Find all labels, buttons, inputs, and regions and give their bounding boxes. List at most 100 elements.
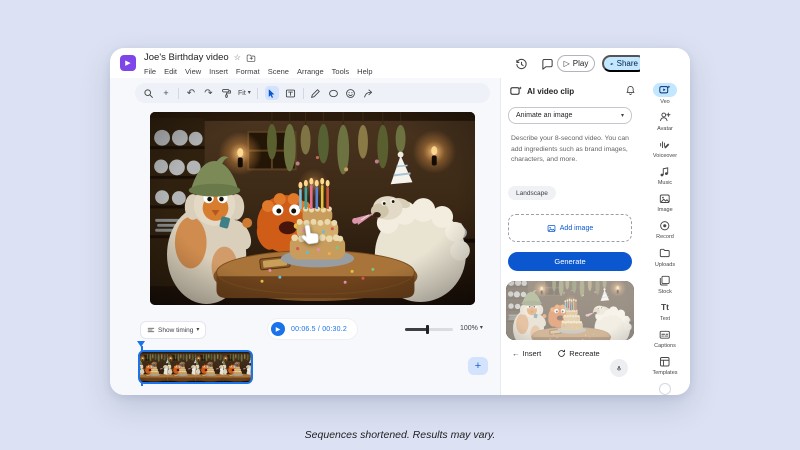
fit-zoom-select[interactable]: Fit▾ — [238, 90, 251, 97]
show-timing-dropdown[interactable]: Show timing ▾ — [140, 321, 206, 339]
redo-icon[interactable]: ↷ — [203, 88, 214, 99]
clip-frame — [196, 352, 224, 382]
timeline-zoom-slider[interactable] — [405, 328, 453, 331]
rail-item-voiceover[interactable]: Voiceover — [640, 137, 690, 164]
people-icon — [610, 59, 614, 69]
clip-frame — [223, 352, 251, 382]
chevron-down-icon: ▾ — [248, 90, 251, 96]
veo-icon — [653, 83, 677, 97]
rail-item-captions[interactable]: Captions — [640, 328, 690, 355]
tools-rail: Veo Avatar Voiceover Music Image Record Upload… — [640, 48, 690, 395]
notification-bell-icon[interactable] — [625, 85, 636, 96]
rail-item-veo[interactable]: Veo — [640, 83, 690, 110]
aspect-ratio-chip[interactable]: Landscape — [508, 186, 556, 200]
uploads-icon — [653, 246, 677, 260]
recreate-refresh-icon — [557, 349, 566, 358]
video-canvas[interactable] — [150, 112, 475, 305]
rail-item-avatar[interactable]: Avatar — [640, 110, 690, 137]
menu-bar: File Edit View Insert Format Scene Arrange Tool… — [144, 67, 373, 76]
rail-item-uploads[interactable]: Uploads — [640, 246, 690, 273]
mic-icon — [616, 364, 622, 373]
prompt-placeholder-text[interactable]: Describe your 8-second video. You can ad… — [511, 134, 629, 166]
voice-prompt-button[interactable] — [610, 359, 628, 377]
music-icon — [653, 165, 677, 179]
clip-frame — [140, 352, 168, 382]
comment-icon[interactable] — [541, 58, 554, 71]
menu-item-file[interactable]: File — [144, 67, 156, 76]
slider-fill — [405, 328, 427, 331]
disclaimer-caption: Sequences shortened. Results may vary. — [0, 429, 800, 441]
menu-item-edit[interactable]: Edit — [164, 67, 177, 76]
zoom-in-icon[interactable]: + — [161, 88, 172, 99]
generate-button[interactable]: Generate — [508, 252, 632, 271]
rail-item-label: Music — [658, 180, 672, 186]
pen-tool-icon[interactable] — [310, 88, 321, 99]
menu-item-format[interactable]: Format — [236, 67, 260, 76]
rail-item-templates[interactable]: Templates — [640, 355, 690, 382]
timeline-play-button[interactable]: ▶ — [271, 322, 285, 336]
shape-tool-icon[interactable] — [328, 88, 339, 99]
arrow-tool-icon[interactable] — [363, 88, 374, 99]
clip-frame — [168, 352, 196, 382]
insert-button[interactable]: ← Insert — [512, 349, 541, 358]
rail-item-stock[interactable]: Stock — [640, 273, 690, 300]
templates-icon — [653, 355, 677, 369]
menu-item-view[interactable]: View — [185, 67, 201, 76]
menu-item-tools[interactable]: Tools — [332, 67, 350, 76]
zoom-tool-icon[interactable] — [143, 88, 154, 99]
playback-control: ▶ 00:06.5 / 00:30.2 — [268, 319, 357, 339]
rail-item-music[interactable]: Music — [640, 165, 690, 192]
menu-item-insert[interactable]: Insert — [209, 67, 228, 76]
rail-item-text[interactable]: TtText — [640, 301, 690, 328]
image-icon — [653, 192, 677, 206]
stock-icon — [653, 273, 677, 287]
rail-item-label: Templates — [652, 370, 677, 376]
menu-item-arrange[interactable]: Arrange — [297, 67, 324, 76]
select-tool-icon[interactable] — [265, 86, 279, 100]
play-outline-icon: ▷ — [564, 59, 570, 68]
more-tools-icon[interactable] — [659, 383, 671, 395]
rail-item-label: Captions — [654, 343, 676, 349]
hand-cursor-icon — [296, 220, 325, 249]
text-box-tool-icon[interactable] — [285, 88, 296, 99]
rail-item-label: Avatar — [657, 126, 673, 132]
star-icon[interactable]: ☆ — [234, 54, 241, 62]
toolbar-divider — [303, 88, 304, 99]
record-icon — [653, 219, 677, 233]
slider-handle[interactable] — [426, 325, 429, 334]
generated-preview[interactable] — [506, 281, 634, 340]
vids-app-logo-icon[interactable]: ▶ — [120, 55, 136, 71]
captions-icon — [653, 328, 677, 342]
rail-item-label: Voiceover — [653, 153, 677, 159]
document-title[interactable]: Joe's Birthday video — [144, 52, 229, 63]
voiceover-icon — [653, 137, 677, 151]
text-icon: Tt — [653, 301, 677, 315]
timecode: 00:06.5 / 00:30.2 — [291, 326, 347, 333]
rail-item-label: Uploads — [655, 262, 675, 268]
add-scene-button[interactable]: + — [468, 357, 488, 375]
add-image-button[interactable]: Add image — [508, 214, 632, 242]
move-folder-icon[interactable] — [246, 53, 256, 63]
app-window: ▶ Joe's Birthday video ☆ File Edit View Ins… — [110, 48, 690, 395]
rail-item-record[interactable]: Record — [640, 219, 690, 246]
zoom-level-select[interactable]: 100% ▾ — [460, 325, 483, 332]
recreate-button[interactable]: Recreate — [557, 349, 599, 358]
menu-item-scene[interactable]: Scene — [268, 67, 289, 76]
toolbar: + ↶ ↷ Fit▾ — [135, 83, 490, 103]
undo-icon[interactable]: ↶ — [186, 88, 197, 99]
mode-dropdown[interactable]: Animate an image ▾ — [508, 107, 632, 124]
menu-item-help[interactable]: Help — [357, 67, 372, 76]
sticker-tool-icon[interactable] — [345, 88, 356, 99]
chevron-down-icon: ▾ — [196, 327, 199, 333]
timeline-clip[interactable] — [138, 350, 253, 384]
panel-divider — [500, 78, 501, 395]
paint-format-icon[interactable] — [221, 88, 232, 99]
image-add-icon — [547, 224, 556, 233]
rail-item-label: Image — [657, 207, 672, 213]
play-button[interactable]: ▷ Play — [557, 55, 595, 72]
page: { "header": { "doc_title": "Joe's Birthd… — [0, 0, 800, 450]
version-history-icon[interactable] — [515, 58, 528, 71]
rail-item-label: Stock — [658, 289, 672, 295]
rail-item-image[interactable]: Image — [640, 192, 690, 219]
rail-item-label: Record — [656, 234, 674, 240]
